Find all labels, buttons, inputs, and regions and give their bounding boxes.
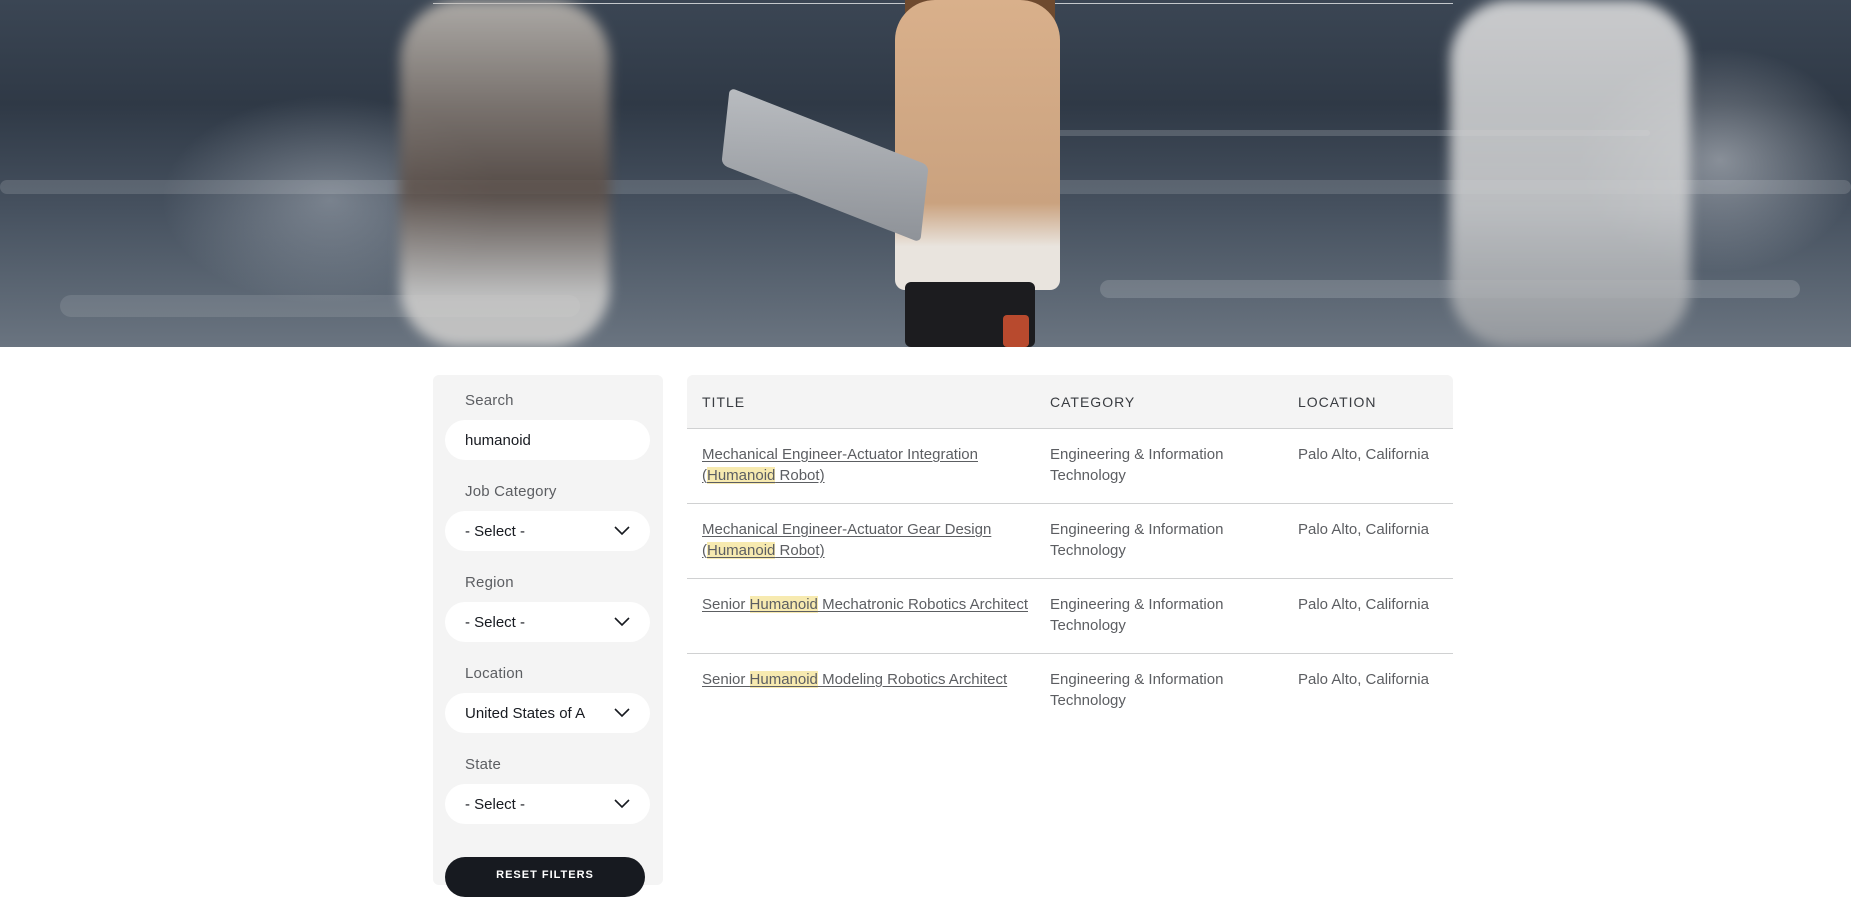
- region-select[interactable]: - Select -: [445, 602, 650, 642]
- table-row: Mechanical Engineer-Actuator Gear Design…: [687, 504, 1453, 579]
- job-title-link[interactable]: Mechanical Engineer-Actuator Integration…: [702, 446, 978, 484]
- chevron-down-icon: [614, 708, 630, 718]
- location-label: Location: [465, 665, 524, 682]
- job-title-link[interactable]: Mechanical Engineer-Actuator Gear Design…: [702, 521, 991, 559]
- search-highlight: Humanoid: [707, 542, 776, 559]
- person-with-laptop: [895, 0, 1060, 290]
- job-location: Palo Alto, California: [1298, 446, 1429, 463]
- job-location: Palo Alto, California: [1298, 671, 1429, 688]
- location-select[interactable]: United States of A: [445, 693, 650, 733]
- column-header-location[interactable]: LOCATION: [1298, 394, 1453, 410]
- search-input[interactable]: humanoid: [445, 420, 650, 460]
- blurred-person-right: [1450, 0, 1690, 347]
- region-label: Region: [465, 574, 514, 591]
- search-highlight: Humanoid: [749, 596, 818, 613]
- job-category: Engineering & Information Technology: [1050, 521, 1224, 559]
- job-results-table: TITLE CATEGORY LOCATION Mechanical Engin…: [687, 375, 1453, 729]
- table-header: TITLE CATEGORY LOCATION: [687, 375, 1453, 429]
- table-row: Senior Humanoid Mechatronic Robotics Arc…: [687, 579, 1453, 654]
- search-highlight: Humanoid: [707, 467, 776, 484]
- state-select[interactable]: - Select -: [445, 784, 650, 824]
- table-row: Mechanical Engineer-Actuator Integration…: [687, 429, 1453, 504]
- column-header-category[interactable]: CATEGORY: [1050, 394, 1298, 410]
- job-title-link[interactable]: Senior Humanoid Mechatronic Robotics Arc…: [702, 596, 1028, 613]
- chevron-down-icon: [614, 617, 630, 627]
- job-category: Engineering & Information Technology: [1050, 671, 1224, 709]
- column-header-title[interactable]: TITLE: [687, 394, 1050, 410]
- job-location: Palo Alto, California: [1298, 596, 1429, 613]
- search-label: Search: [465, 392, 514, 409]
- badge-icon: [1003, 315, 1029, 347]
- filter-sidebar: Search humanoid Job Category - Select - …: [433, 375, 663, 897]
- chevron-down-icon: [614, 526, 630, 536]
- reset-filters-button[interactable]: RESET FILTERS: [445, 857, 645, 897]
- job-category-label: Job Category: [465, 483, 557, 500]
- job-location: Palo Alto, California: [1298, 521, 1429, 538]
- search-input-value: humanoid: [465, 431, 531, 449]
- chevron-down-icon: [614, 799, 630, 809]
- search-highlight: Humanoid: [749, 671, 818, 688]
- table-row: Senior Humanoid Modeling Robotics Archit…: [687, 654, 1453, 729]
- blurred-person-left: [400, 0, 610, 347]
- state-label: State: [465, 756, 502, 773]
- hero-image: [0, 0, 1851, 347]
- job-category-select[interactable]: - Select -: [445, 511, 650, 551]
- job-title-link[interactable]: Senior Humanoid Modeling Robotics Archit…: [702, 671, 1007, 688]
- job-category: Engineering & Information Technology: [1050, 596, 1224, 634]
- job-category: Engineering & Information Technology: [1050, 446, 1224, 484]
